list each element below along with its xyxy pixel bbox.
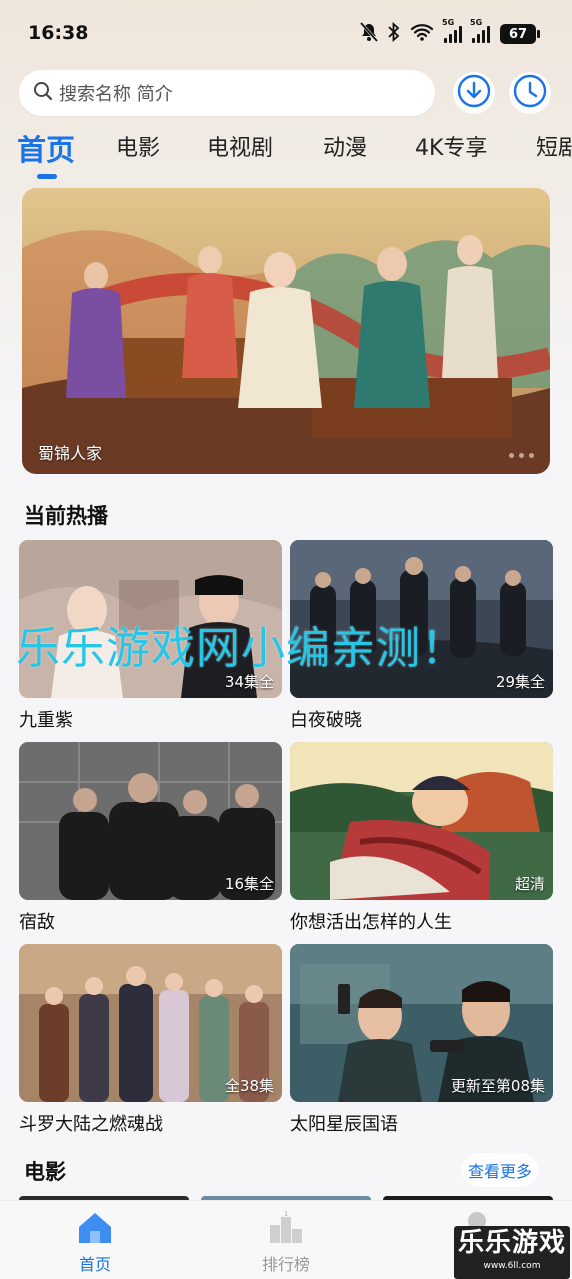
download-icon [457, 74, 491, 112]
video-card[interactable]: 更新至第08集 太阳星辰国语 [290, 944, 553, 1136]
search-placeholder: 搜索名称 简介 [59, 84, 173, 105]
tab-home[interactable]: 首页 [17, 130, 75, 169]
video-title: 宿敌 [19, 912, 55, 933]
video-thumbnail: 超清 [290, 742, 553, 900]
tab-tv-series[interactable]: 电视剧 [207, 130, 273, 162]
video-title: 你想活出怎样的人生 [290, 912, 452, 933]
search-icon [33, 81, 53, 105]
video-thumbnail: 全38集 [19, 944, 282, 1102]
nav-home-label: 首页 [78, 1255, 111, 1274]
ranking-icon: 1 [268, 1211, 304, 1249]
view-more-button[interactable]: 查看更多 [461, 1153, 538, 1187]
banner-caption: 蜀锦人家 [38, 444, 103, 463]
bluetooth-icon [388, 21, 400, 46]
video-title: 白夜破晓 [290, 710, 362, 731]
network-tag-2: 5G [470, 18, 483, 27]
video-thumbnail: 更新至第08集 [290, 944, 553, 1102]
banner-image [22, 188, 550, 474]
featured-banner[interactable]: 蜀锦人家 [22, 188, 550, 474]
video-card[interactable]: 全38集 斗罗大陆之燃魂战 [19, 944, 282, 1136]
svg-text:1: 1 [284, 1211, 288, 1218]
tab-anime[interactable]: 动漫 [323, 130, 367, 162]
watermark-text: 乐乐游戏网小编亲测！ [16, 623, 466, 674]
video-title: 太阳星辰国语 [290, 1114, 398, 1135]
status-icons: 5G 5G 67 [359, 18, 540, 46]
section-title-movies: 电影 [24, 1160, 66, 1184]
episode-badge: 更新至第08集 [450, 1077, 545, 1095]
tab-movies[interactable]: 电影 [116, 130, 160, 162]
episode-badge: 29集全 [495, 673, 545, 691]
clock-icon [513, 74, 547, 112]
status-bar: 16:38 5G 5G 67 [0, 0, 572, 66]
wifi-icon [410, 23, 434, 45]
banner-pager [509, 453, 534, 458]
video-title: 斗罗大陆之燃魂战 [19, 1114, 163, 1135]
tab-4k[interactable]: 4K专享 [415, 130, 487, 162]
quality-badge: 超清 [514, 875, 545, 893]
video-card[interactable]: 超清 你想活出怎样的人生 [290, 742, 553, 934]
nav-home[interactable]: 首页 [50, 1211, 140, 1275]
tab-indicator [37, 174, 57, 179]
site-logo: 乐乐游戏 www.6ll.com [454, 1226, 570, 1279]
home-icon [77, 1213, 113, 1249]
history-button[interactable] [509, 72, 551, 114]
download-button[interactable] [453, 72, 495, 114]
video-card[interactable]: 16集全 宿敌 [19, 742, 282, 934]
episode-badge: 16集全 [224, 875, 274, 893]
signal-icon-1: 5G [442, 18, 462, 43]
episode-badge: 全38集 [224, 1077, 274, 1095]
video-title: 九重紫 [19, 710, 73, 731]
search-input[interactable]: 搜索名称 简介 [19, 70, 435, 116]
section-title-hot: 当前热播 [24, 504, 108, 528]
category-tabs: 首页 电影 电视剧 动漫 4K专享 短剧 [0, 130, 572, 180]
nav-ranking[interactable]: 1 排行榜 [241, 1211, 331, 1275]
tab-short-drama[interactable]: 短剧 [536, 130, 572, 162]
battery-indicator: 67 [500, 24, 540, 44]
nav-ranking-label: 排行榜 [261, 1255, 310, 1274]
video-thumbnail: 16集全 [19, 742, 282, 900]
signal-icon-2: 5G [470, 18, 490, 43]
network-tag-1: 5G [442, 18, 455, 27]
status-time: 16:38 [28, 22, 89, 44]
mute-icon [359, 22, 379, 46]
